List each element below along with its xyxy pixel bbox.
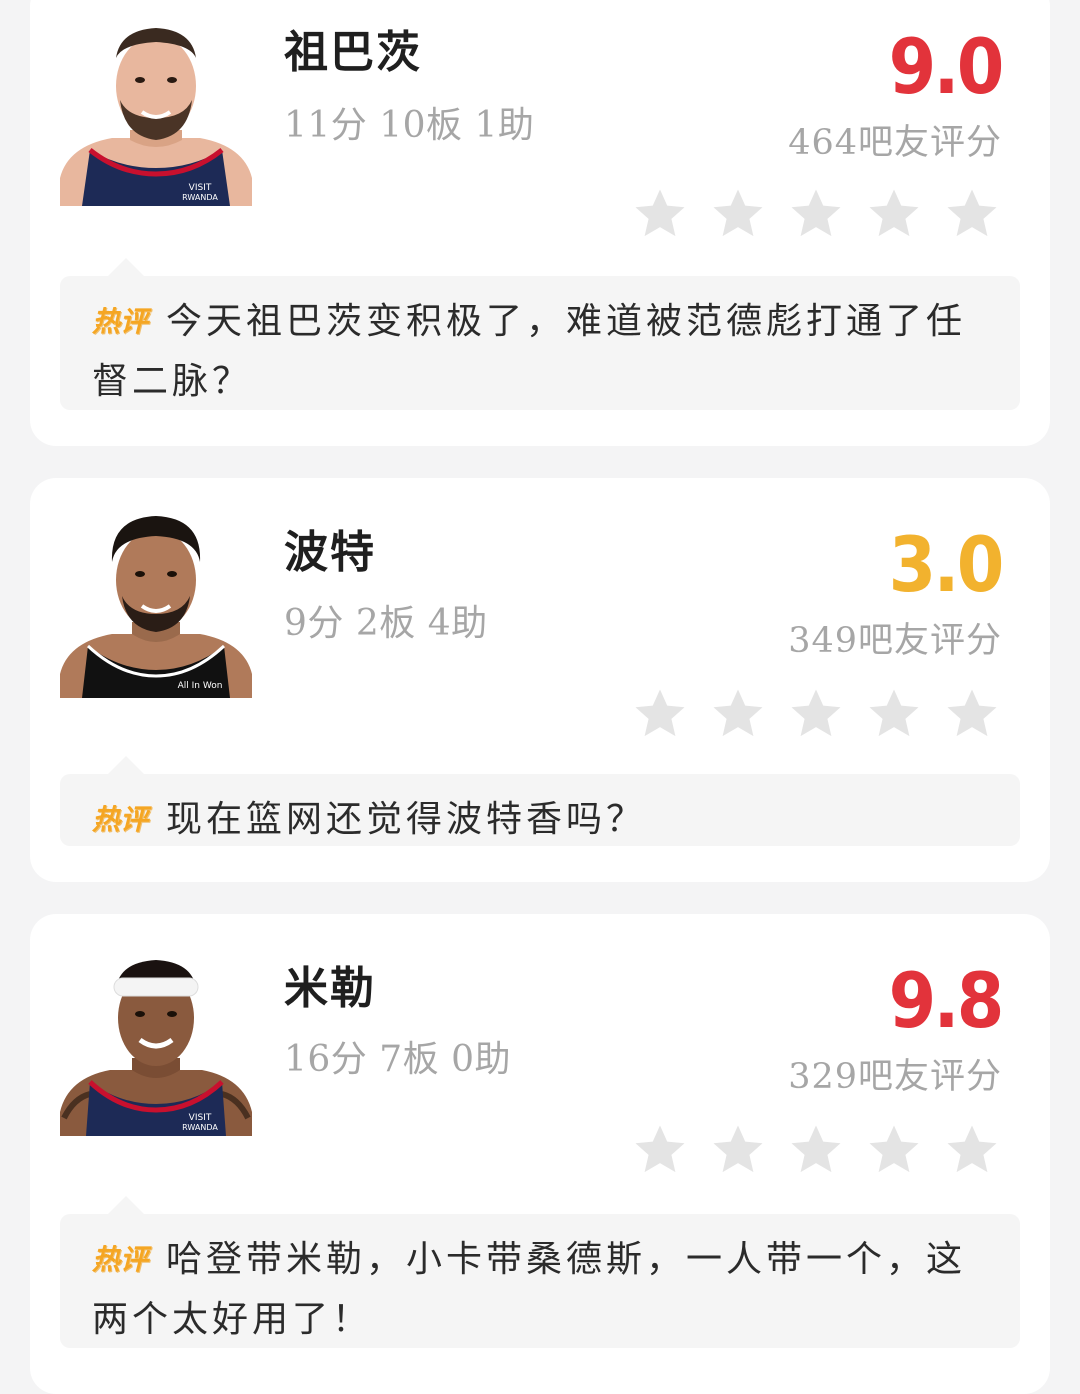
player-name: 米勒 <box>284 963 376 1014</box>
star-icon[interactable] <box>788 186 844 242</box>
hot-comment[interactable]: 热评 现在篮网还觉得波特香吗？ <box>60 756 1020 846</box>
player-name: 波特 <box>284 527 376 578</box>
star-icon[interactable] <box>866 186 922 242</box>
star-icon[interactable] <box>788 686 844 742</box>
star-icon[interactable] <box>788 1122 844 1178</box>
star-icon[interactable] <box>710 1122 766 1178</box>
comment-text: 现在篮网还觉得波特香吗？ <box>166 799 647 840</box>
player-score: 3.0 <box>888 520 1005 609</box>
vote-count: 329吧友评分 <box>788 1057 1002 1097</box>
player-card: All In Won 波特 9分 2板 4助 3.0 349吧友评分 热评 现在篮… <box>30 478 1050 882</box>
vote-count: 464吧友评分 <box>788 123 1002 163</box>
svg-text:VISIT: VISIT <box>189 183 212 193</box>
star-icon[interactable] <box>632 686 688 742</box>
svg-text:All In Won: All In Won <box>178 681 223 691</box>
vote-count: 349吧友评分 <box>788 621 1002 661</box>
player-score: 9.0 <box>888 22 1005 111</box>
star-icon[interactable] <box>632 1122 688 1178</box>
rating-stars[interactable] <box>632 186 1000 242</box>
player-avatar: VISIT RWANDA <box>60 18 252 206</box>
star-icon[interactable] <box>632 186 688 242</box>
player-stats: 11分 10板 1助 <box>284 105 535 146</box>
player-stats: 9分 2板 4助 <box>284 603 488 644</box>
player-avatar: All In Won <box>60 510 252 698</box>
player-card: VISIT RWANDA 米勒 16分 7板 0助 9.8 329吧友评分 热评… <box>30 914 1050 1394</box>
rating-stars[interactable] <box>632 686 1000 742</box>
player-avatar: VISIT RWANDA <box>60 948 252 1136</box>
star-icon[interactable] <box>944 186 1000 242</box>
player-name: 祖巴茨 <box>284 27 422 78</box>
player-card: VISIT RWANDA 祖巴茨 11分 10板 1助 9.0 464吧友评分 … <box>30 0 1050 446</box>
star-icon[interactable] <box>866 686 922 742</box>
hot-comment[interactable]: 热评 哈登带米勒，小卡带桑德斯，一人带一个，这两个太好用了！ <box>60 1196 1020 1348</box>
hot-comment-tag: 热评 <box>92 1243 149 1276</box>
star-icon[interactable] <box>944 1122 1000 1178</box>
rating-stars[interactable] <box>632 1122 1000 1178</box>
svg-text:RWANDA: RWANDA <box>182 1123 218 1132</box>
hot-comment-tag: 热评 <box>92 305 149 338</box>
star-icon[interactable] <box>710 186 766 242</box>
star-icon[interactable] <box>944 686 1000 742</box>
svg-text:RWANDA: RWANDA <box>182 193 218 202</box>
comment-text: 今天祖巴茨变积极了，难道被范德彪打通了任督二脉？ <box>92 301 967 402</box>
svg-text:VISIT: VISIT <box>189 1113 212 1123</box>
star-icon[interactable] <box>710 686 766 742</box>
player-stats: 16分 7板 0助 <box>284 1039 512 1080</box>
player-score: 9.8 <box>888 956 1005 1045</box>
comment-text: 哈登带米勒，小卡带桑德斯，一人带一个，这两个太好用了！ <box>92 1239 967 1340</box>
hot-comment[interactable]: 热评 今天祖巴茨变积极了，难道被范德彪打通了任督二脉？ <box>60 258 1020 410</box>
star-icon[interactable] <box>866 1122 922 1178</box>
hot-comment-tag: 热评 <box>92 803 149 836</box>
